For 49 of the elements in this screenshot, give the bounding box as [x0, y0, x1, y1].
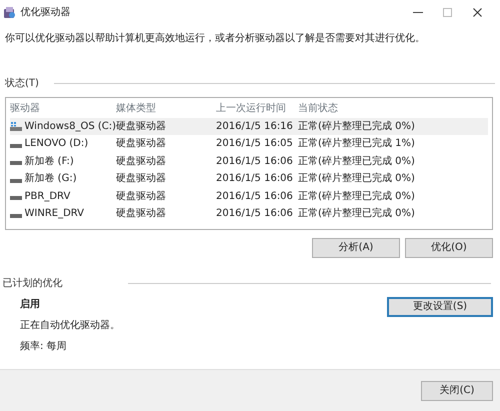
table-cell-text: 2016/1/5 16:06	[216, 190, 294, 204]
table-cell-text: 正常(碎片整理已完成 0%)	[298, 206, 416, 222]
table-cell-text: 硬盘驱动器	[116, 190, 167, 204]
table-cell-text: 正常(碎片整理已完成 0%)	[298, 172, 416, 186]
column-header: 媒体类型	[116, 102, 157, 116]
drive-row[interactable]: PBR_DRV 硬盘驱动器 2016/1/5 16:06 正常(碎片整理已完成 0%)	[10, 188, 488, 205]
table-cell-text: 正常(碎片整理已完成 1%)	[298, 136, 416, 152]
close-button[interactable]	[473, 8, 482, 18]
drive-row[interactable]: 新加卷 (G:) 硬盘驱动器 2016/1/5 16:06 正常(碎片整理已完成 0%)	[10, 170, 488, 188]
column-header: 驱动器	[10, 102, 41, 116]
drive-row[interactable]: WINRE_DRV 硬盘驱动器 2016/1/5 16:06 正常(碎片整理已完成 0%)	[10, 205, 488, 222]
description: 你可以优化驱动器以帮助计算机更高效地运行，或者分析驱动器以了解是否需要对其进行优化。	[4, 32, 426, 46]
system-drive-icon	[10, 121, 22, 132]
schedule-state: 启用	[20, 297, 41, 312]
table-cell-text: WINRE_DRV	[24, 207, 84, 222]
table-cell-text: LENOVO (D:)	[24, 137, 88, 152]
table-cell-text: 2016/1/5 16:06	[216, 207, 294, 222]
table-cell-text: 2016/1/5 16:06	[216, 172, 294, 186]
change-settings-button[interactable]: 更改设置(S)	[387, 296, 493, 316]
schedule-frequency: 频率: 每周	[20, 340, 68, 354]
section-heading: 已计划的优化	[2, 276, 62, 290]
column-header: 上一次运行时间	[216, 102, 287, 116]
table-cell-text: 硬盘驱动器	[116, 120, 167, 134]
table-cell-text: 新加卷 (G:)	[24, 172, 77, 186]
table-cell-text: PBR_DRV	[24, 190, 70, 204]
table-cell-text: 硬盘驱动器	[116, 207, 167, 222]
table-cell-text: 正常(碎片整理已完成 0%)	[298, 120, 416, 134]
action-button[interactable]: 分析(A)	[312, 238, 400, 258]
table-cell-text: 正常(碎片整理已完成 0%)	[298, 154, 416, 169]
table-cell-text: 2016/1/5 16:05	[216, 137, 294, 152]
action-button[interactable]: 优化(O)	[405, 238, 493, 258]
table-cell-text: 2016/1/5 16:06	[216, 154, 294, 169]
close-dialog-button[interactable]: 关闭(C)	[421, 380, 493, 400]
drive-row[interactable]: Windows8_OS (C:)硬盘驱动器 2016/1/5 16:16 正常(碎片整理已完成 0%)	[10, 118, 488, 135]
table-cell-text: 新加卷 (F:)	[24, 154, 74, 169]
minimize-button[interactable]	[412, 11, 422, 14]
drive-row[interactable]: 新加卷 (F:) 硬盘驱动器 2016/1/5 16:06 正常(碎片整理已完成 0%)	[10, 152, 488, 170]
window-title: 优化驱动器	[20, 6, 70, 20]
table-cell-text: 硬盘驱动器	[116, 137, 167, 152]
drive-row[interactable]: LENOVO (D:) 硬盘驱动器 2016/1/5 16:05 正常(碎片整理已完成 1%)	[10, 135, 488, 152]
table-cell-text: Windows8_OS (C:)	[24, 120, 116, 134]
section-heading: 状态(T)	[5, 76, 39, 91]
table-cell-text: 硬盘驱动器	[116, 172, 167, 186]
table-cell-text: 正常(碎片整理已完成 0%)	[298, 190, 416, 204]
schedule-detail: 正在自动优化驱动器。	[20, 318, 120, 332]
table-cell-text: 2016/1/5 16:16	[216, 120, 294, 134]
column-header: 当前状态	[298, 102, 339, 116]
table-cell-text: 硬盘驱动器	[116, 154, 167, 169]
app-icon	[2, 6, 16, 18]
